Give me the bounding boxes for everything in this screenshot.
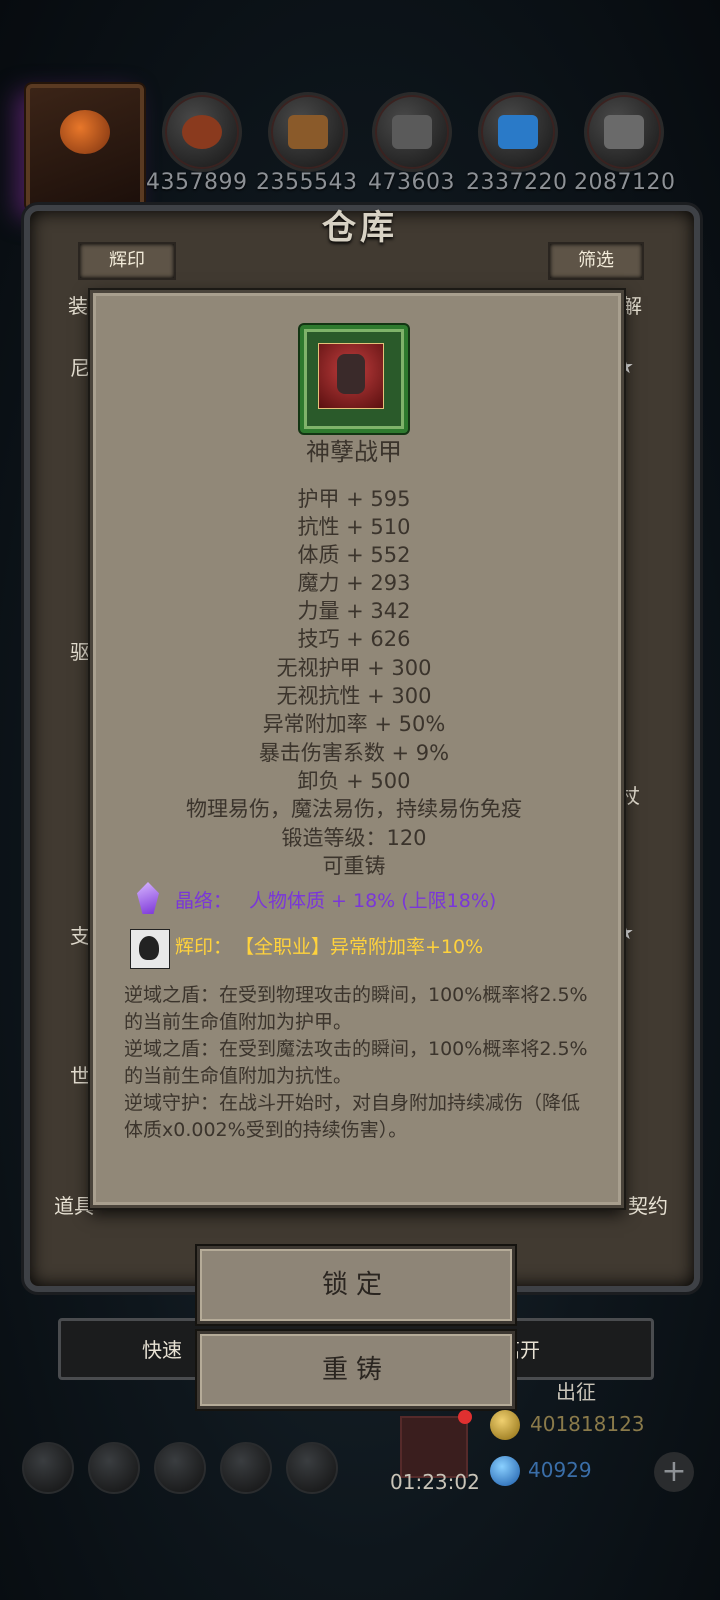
stat-line: 异常附加率 + 50% [262, 712, 446, 736]
stat-line: 体质 + 552 [297, 543, 411, 567]
gem-amount: 40929 [528, 1458, 592, 1482]
expedition-label[interactable]: 出征 [556, 1376, 596, 1405]
achievement-icon[interactable] [88, 1442, 140, 1494]
reforge-button[interactable]: 重铸 [197, 1331, 515, 1409]
stat-line: 护甲 + 595 [297, 487, 411, 511]
partial-label: 装 [68, 294, 88, 318]
stat-line: 无视护甲 + 300 [276, 656, 432, 680]
settings-icon[interactable] [22, 1442, 74, 1494]
tab-items[interactable]: 道具 [54, 1190, 94, 1219]
crystal-label: 晶络： [175, 890, 233, 912]
quick-button[interactable]: 快速 [142, 1334, 182, 1363]
mail-icon[interactable] [220, 1442, 272, 1494]
side-label: 世 [70, 1064, 90, 1088]
stat-line: 可重铸 [322, 854, 386, 878]
resource-count: 473603 [368, 170, 455, 195]
stat-line: 锻造等级：120 [281, 826, 427, 850]
side-label: 驱 [70, 640, 90, 664]
side-label: 尼 [70, 356, 90, 380]
side-label: 支 [70, 924, 90, 948]
gem-icon [490, 1456, 520, 1486]
pumpkin-icon [60, 110, 110, 154]
stat-line: 物理易伤，魔法易伤，持续易伤免疫 [186, 797, 522, 821]
warehouse-title: 仓库 [322, 208, 398, 248]
resource-count: 2087120 [574, 170, 676, 195]
item-name: 神孽战甲 [306, 438, 402, 466]
stat-line: 无视抗性 + 300 [276, 684, 432, 708]
stat-line: 力量 + 342 [297, 599, 411, 623]
partial-label: 解 [622, 294, 642, 318]
guild-icon[interactable] [154, 1442, 206, 1494]
sigil-icon [130, 929, 170, 969]
item-icon-frame [300, 325, 408, 433]
filter-button[interactable]: 筛选 [548, 242, 644, 280]
tab-contracts[interactable]: 契约 [628, 1190, 668, 1219]
resource-crystal-icon[interactable] [478, 92, 558, 172]
sigil-label: 辉印： [175, 936, 233, 958]
player-avatar[interactable] [26, 84, 144, 210]
gold-amount: 401818123 [530, 1412, 645, 1436]
gold-coin-icon [490, 1410, 520, 1440]
resource-count: 4357899 [146, 170, 248, 195]
shop-icon[interactable] [286, 1442, 338, 1494]
sigil-tab-button[interactable]: 辉印 [78, 242, 176, 280]
stat-line: 抗性 + 510 [297, 515, 411, 539]
resource-stone-icon[interactable] [372, 92, 452, 172]
resource-wood-icon[interactable] [268, 92, 348, 172]
resource-count: 2355543 [256, 170, 358, 195]
gift-icon[interactable] [400, 1410, 472, 1478]
skill-description: 逆域之盾：在受到魔法攻击的瞬间，100%概率将2.5%的当前生命值附加为抗性。 [124, 1038, 588, 1087]
skill-description: 逆域守护：在战斗开始时，对自身附加持续减伤（降低体质x0.002%受到的持续伤害… [124, 1092, 581, 1141]
resource-meat-icon[interactable] [162, 92, 242, 172]
stat-line: 魔力 + 293 [297, 571, 411, 595]
sigil-value: 【全职业】异常附加率+10% [235, 936, 484, 958]
crystal-value: 人物体质 + 18% (上限18%) [249, 890, 497, 912]
add-currency-button[interactable]: + [654, 1452, 694, 1492]
skill-description: 逆域之盾：在受到物理攻击的瞬间，100%概率将2.5%的当前生命值附加为护甲。 [124, 984, 588, 1033]
resource-count: 2337220 [466, 170, 568, 195]
resource-iron-icon[interactable] [584, 92, 664, 172]
gift-timer: 01:23:02 [390, 1470, 480, 1494]
lock-button[interactable]: 锁定 [197, 1246, 515, 1324]
stat-line: 卸负 + 500 [297, 769, 411, 793]
stat-line: 技巧 + 626 [297, 627, 411, 651]
stat-line: 暴击伤害系数 + 9% [258, 741, 450, 765]
armor-icon [318, 343, 384, 409]
